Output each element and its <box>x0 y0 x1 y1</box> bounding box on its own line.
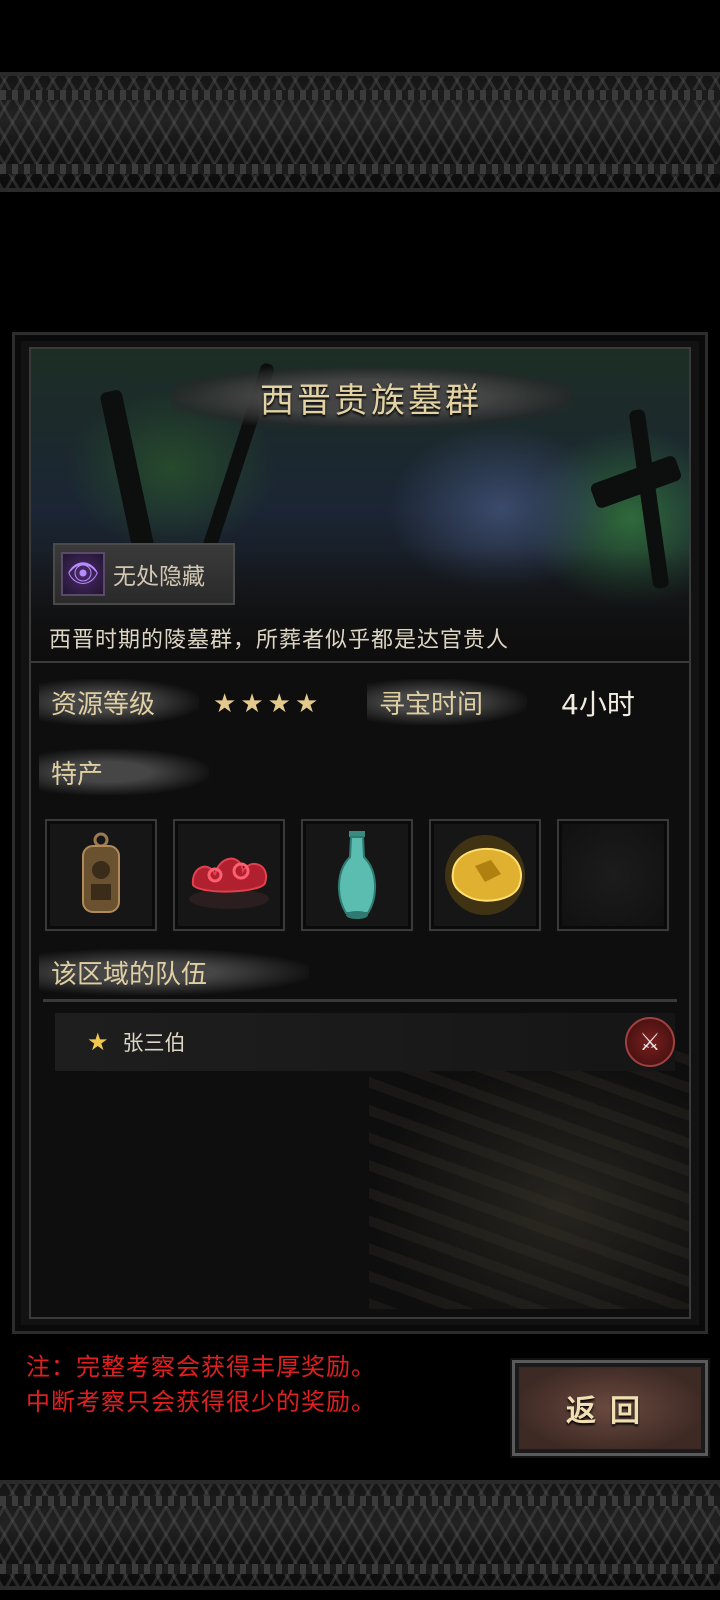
star-icon: ★ <box>294 689 319 719</box>
teams-divider <box>43 999 677 1002</box>
search-time-value: 4小时 <box>561 688 635 721</box>
resource-level-text: 资源等级 <box>51 689 156 720</box>
teams-label: 该区域的队伍 <box>39 949 309 995</box>
top-decorative-band <box>0 72 720 192</box>
specialty-slot-1[interactable] <box>45 819 157 931</box>
title-banner: 西晋贵族墓群 <box>171 367 571 427</box>
trait-badge[interactable]: 👁 无处隐藏 <box>53 543 235 605</box>
location-description: 西晋时期的陵墓群，所葬者似乎都是达官贵人 <box>31 615 689 663</box>
bronze-plaque-icon <box>82 832 120 913</box>
red-coral-carving-icon <box>189 857 269 909</box>
celadon-vase-icon <box>337 831 377 919</box>
ruins-backdrop-art <box>369 1049 689 1309</box>
star-icon: ★ <box>267 689 291 719</box>
back-button[interactable]: 返回 <box>512 1360 708 1456</box>
trait-label: 无处隐藏 <box>113 564 205 590</box>
resource-stars: ★ ★ ★ ★ <box>213 689 318 719</box>
crossed-swords-icon[interactable]: ⚔ <box>625 1017 675 1067</box>
teams-text: 该区域的队伍 <box>51 959 208 990</box>
back-button-label: 返回 <box>566 1394 654 1429</box>
specialty-slot-4[interactable] <box>429 819 541 931</box>
reward-note-line-2: 中断考察只会获得很少的奖励。 <box>26 1388 376 1416</box>
search-time-label: 寻宝时间 <box>367 679 527 725</box>
location-panel: 西晋贵族墓群 👁 无处隐藏 西晋时期的陵墓群，所葬者似乎都是达官贵人 资源等级 … <box>12 332 708 1334</box>
eye-icon: 👁 <box>61 552 105 596</box>
specialties-label: 特产 <box>39 749 209 795</box>
bottom-decorative-band <box>0 1480 720 1590</box>
star-icon: ★ <box>87 1028 109 1056</box>
star-icon: ★ <box>240 689 264 719</box>
reward-note-line-1: 注：完整考察会获得丰厚奖励。 <box>26 1353 376 1381</box>
specialties-text: 特产 <box>51 759 104 790</box>
star-icon: ★ <box>213 689 237 719</box>
team-row[interactable]: ★ 张三伯 ⚔ <box>55 1013 675 1071</box>
specialty-slot-2[interactable] <box>173 819 285 931</box>
specialty-items <box>45 819 669 931</box>
search-time-text: 寻宝时间 <box>379 689 484 720</box>
resource-level-label: 资源等级 <box>39 679 199 725</box>
gold-nugget-icon <box>445 835 525 915</box>
location-panel-inner: 西晋贵族墓群 👁 无处隐藏 西晋时期的陵墓群，所葬者似乎都是达官贵人 资源等级 … <box>29 347 691 1319</box>
specialty-slot-empty <box>557 819 669 931</box>
team-name: 张三伯 <box>122 1031 186 1055</box>
specialty-slot-3[interactable] <box>301 819 413 931</box>
location-title: 西晋贵族墓群 <box>260 380 482 421</box>
reward-note: 注：完整考察会获得丰厚奖励。 中断考察只会获得很少的奖励。 <box>26 1350 376 1420</box>
